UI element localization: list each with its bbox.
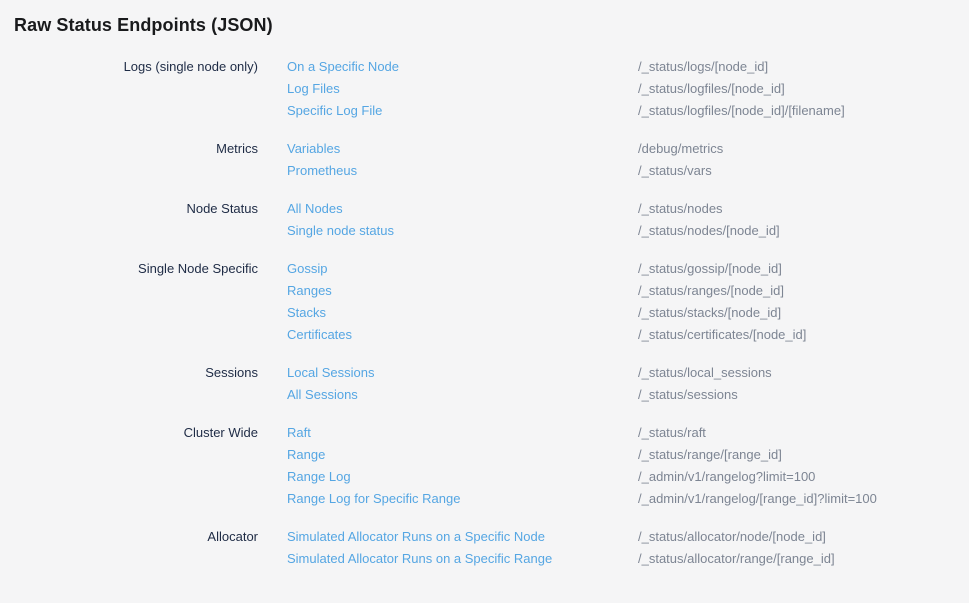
endpoint-link[interactable]: Range xyxy=(258,444,638,466)
endpoint-path: /_status/allocator/node/[node_id] xyxy=(638,526,969,548)
endpoint-link[interactable]: Ranges xyxy=(258,280,638,302)
category-label: Single Node Specific xyxy=(14,258,258,280)
endpoint-link[interactable]: Simulated Allocator Runs on a Specific N… xyxy=(258,526,638,548)
endpoint-path: /_status/gossip/[node_id] xyxy=(638,258,969,280)
endpoint-path: /_status/certificates/[node_id] xyxy=(638,324,969,346)
endpoint-link[interactable]: Specific Log File xyxy=(258,100,638,122)
endpoint-path: /_status/sessions xyxy=(638,384,969,406)
category-label: Logs (single node only) xyxy=(14,56,258,78)
endpoint-path: /_status/logfiles/[node_id] xyxy=(638,78,969,100)
endpoint-link[interactable]: Simulated Allocator Runs on a Specific R… xyxy=(258,548,638,570)
endpoint-path: /_status/logs/[node_id] xyxy=(638,56,969,78)
endpoint-link[interactable]: Range Log xyxy=(258,466,638,488)
endpoint-link[interactable]: Variables xyxy=(258,138,638,160)
endpoint-link[interactable]: Log Files xyxy=(258,78,638,100)
page-title: Raw Status Endpoints (JSON) xyxy=(14,13,969,37)
endpoint-path: /_status/logfiles/[node_id]/[filename] xyxy=(638,100,969,122)
endpoint-link[interactable]: Prometheus xyxy=(258,160,638,182)
endpoint-path: /_status/allocator/range/[range_id] xyxy=(638,548,969,570)
category-label: Metrics xyxy=(14,138,258,160)
endpoint-link[interactable]: Gossip xyxy=(258,258,638,280)
endpoint-section: Node StatusAll Nodes/_status/nodesSingle… xyxy=(14,198,969,242)
endpoint-link[interactable]: Certificates xyxy=(258,324,638,346)
endpoint-link[interactable]: Local Sessions xyxy=(258,362,638,384)
endpoint-path: /_status/stacks/[node_id] xyxy=(638,302,969,324)
endpoint-path: /debug/metrics xyxy=(638,138,969,160)
endpoint-link[interactable]: Stacks xyxy=(258,302,638,324)
category-label: Sessions xyxy=(14,362,258,384)
endpoint-link[interactable]: All Nodes xyxy=(258,198,638,220)
endpoint-section: MetricsVariables/debug/metricsPrometheus… xyxy=(14,138,969,182)
endpoint-path: /_status/raft xyxy=(638,422,969,444)
endpoint-path: /_status/nodes xyxy=(638,198,969,220)
endpoint-link[interactable]: On a Specific Node xyxy=(258,56,638,78)
endpoint-path: /_admin/v1/rangelog/[range_id]?limit=100 xyxy=(638,488,969,510)
debug-endpoints-page: Raw Status Endpoints (JSON) Logs (single… xyxy=(0,0,969,603)
endpoint-section: Cluster WideRaft/_status/raftRange/_stat… xyxy=(14,422,969,510)
endpoint-link[interactable]: All Sessions xyxy=(258,384,638,406)
endpoint-path: /_admin/v1/rangelog?limit=100 xyxy=(638,466,969,488)
endpoint-path: /_status/vars xyxy=(638,160,969,182)
endpoint-link[interactable]: Range Log for Specific Range xyxy=(258,488,638,510)
endpoint-link[interactable]: Raft xyxy=(258,422,638,444)
endpoint-section: SessionsLocal Sessions/_status/local_ses… xyxy=(14,362,969,406)
endpoint-path: /_status/nodes/[node_id] xyxy=(638,220,969,242)
endpoint-section: Logs (single node only)On a Specific Nod… xyxy=(14,56,969,122)
endpoint-section: Single Node SpecificGossip/_status/gossi… xyxy=(14,258,969,346)
category-label: Cluster Wide xyxy=(14,422,258,444)
category-label: Allocator xyxy=(14,526,258,548)
endpoint-path: /_status/range/[range_id] xyxy=(638,444,969,466)
endpoint-path: /_status/local_sessions xyxy=(638,362,969,384)
endpoint-link[interactable]: Single node status xyxy=(258,220,638,242)
category-label: Node Status xyxy=(14,198,258,220)
endpoint-path: /_status/ranges/[node_id] xyxy=(638,280,969,302)
endpoint-sections: Logs (single node only)On a Specific Nod… xyxy=(14,56,969,570)
endpoint-section: AllocatorSimulated Allocator Runs on a S… xyxy=(14,526,969,570)
